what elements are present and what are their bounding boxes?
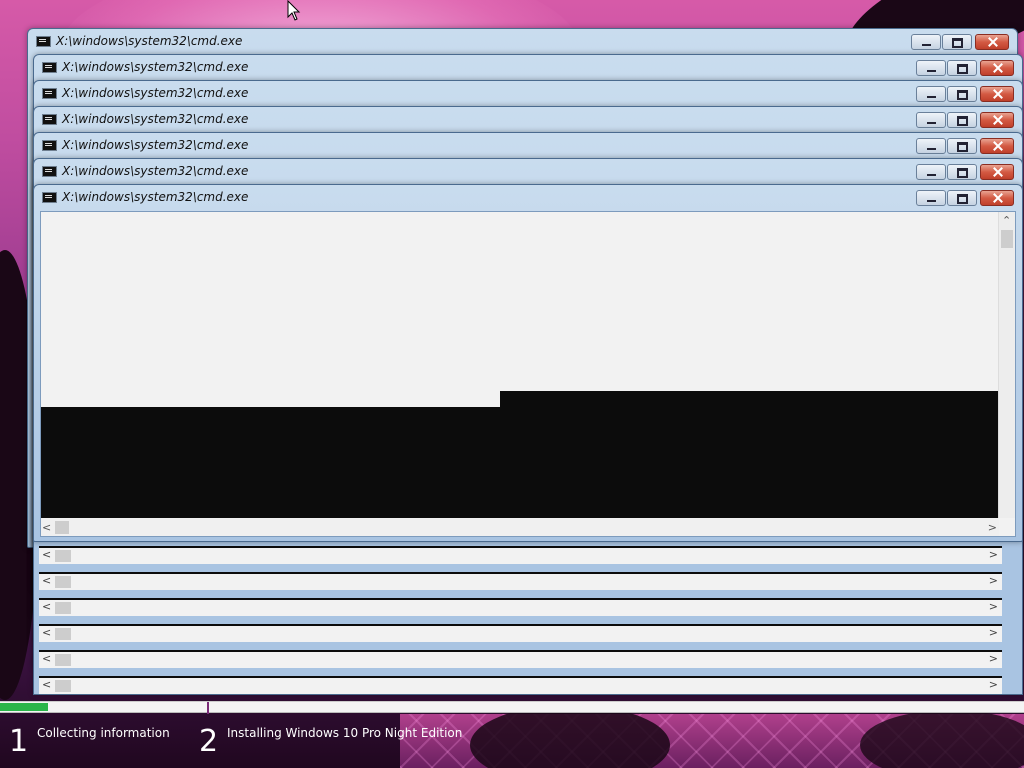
minimize-button[interactable] xyxy=(916,138,946,154)
title-bar[interactable]: X:\windows\system32\cmd.exe xyxy=(34,185,1022,211)
window-title: X:\windows\system32\cmd.exe xyxy=(62,112,249,126)
scroll-left-icon[interactable]: < xyxy=(42,626,51,640)
close-button[interactable] xyxy=(980,190,1014,206)
vertical-scrollbar[interactable]: ⌃ xyxy=(998,212,1015,518)
cmd-window-active[interactable]: X:\windows\system32\cmd.exe ⌃ < > xyxy=(33,184,1023,542)
step-label: Collecting information xyxy=(37,726,170,740)
minimize-button[interactable] xyxy=(916,190,946,206)
close-button[interactable] xyxy=(980,138,1014,154)
maximize-button[interactable] xyxy=(947,86,977,102)
cmd-icon xyxy=(42,140,57,151)
progress-step-marker xyxy=(207,702,209,714)
scroll-thumb[interactable] xyxy=(55,680,71,692)
title-bar[interactable]: X:\windows\system32\cmd.exe xyxy=(34,107,1022,133)
close-button[interactable] xyxy=(980,164,1014,180)
close-button[interactable] xyxy=(975,34,1009,50)
console-output xyxy=(41,407,501,518)
scroll-thumb[interactable] xyxy=(55,602,71,614)
window-bottom-edge: < > xyxy=(33,671,1023,695)
scroll-left-icon[interactable]: < xyxy=(42,548,51,562)
horizontal-scrollbar[interactable]: < > xyxy=(39,598,1002,616)
progress-fill xyxy=(0,703,49,711)
cmd-icon xyxy=(36,36,51,47)
scroll-right-icon[interactable]: > xyxy=(989,626,998,640)
scroll-thumb[interactable] xyxy=(1001,230,1013,248)
horizontal-scrollbar[interactable]: < > xyxy=(39,676,1002,694)
title-bar[interactable]: X:\windows\system32\cmd.exe xyxy=(28,29,1017,55)
step-label: Installing Windows 10 Pro Night Edition xyxy=(227,726,463,740)
scroll-right-icon[interactable]: > xyxy=(988,519,997,536)
scroll-thumb[interactable] xyxy=(55,521,69,534)
maximize-button[interactable] xyxy=(947,60,977,76)
scroll-left-icon[interactable]: < xyxy=(42,600,51,614)
scroll-right-icon[interactable]: > xyxy=(989,600,998,614)
cmd-icon xyxy=(42,192,57,203)
title-bar[interactable]: X:\windows\system32\cmd.exe xyxy=(34,159,1022,185)
scroll-left-icon[interactable]: < xyxy=(42,652,51,666)
console-output xyxy=(500,391,999,518)
scroll-left-icon[interactable]: < xyxy=(42,678,51,692)
title-bar[interactable]: X:\windows\system32\cmd.exe xyxy=(34,55,1022,81)
cmd-icon xyxy=(42,166,57,177)
scroll-right-icon[interactable]: > xyxy=(989,678,998,692)
window-title: X:\windows\system32\cmd.exe xyxy=(62,138,249,152)
window-title: X:\windows\system32\cmd.exe xyxy=(56,34,243,48)
horizontal-scrollbar[interactable]: < > xyxy=(39,546,1002,564)
minimize-button[interactable] xyxy=(916,86,946,102)
title-bar[interactable]: X:\windows\system32\cmd.exe xyxy=(34,133,1022,159)
maximize-button[interactable] xyxy=(947,138,977,154)
scroll-right-icon[interactable]: > xyxy=(989,574,998,588)
minimize-button[interactable] xyxy=(916,164,946,180)
scroll-left-icon[interactable]: < xyxy=(42,574,51,588)
setup-progress-bar xyxy=(0,701,1024,714)
maximize-button[interactable] xyxy=(942,34,972,50)
minimize-button[interactable] xyxy=(916,112,946,128)
mouse-pointer-icon xyxy=(287,0,301,21)
cmd-icon xyxy=(42,88,57,99)
scroll-right-icon[interactable]: > xyxy=(989,548,998,562)
scroll-right-icon[interactable]: > xyxy=(989,652,998,666)
scroll-thumb[interactable] xyxy=(55,576,71,588)
window-title: X:\windows\system32\cmd.exe xyxy=(62,164,249,178)
window-bottom-edge: < > xyxy=(33,619,1023,645)
scroll-thumb[interactable] xyxy=(55,628,71,640)
console-area[interactable]: ⌃ < > xyxy=(40,211,1016,537)
horizontal-scrollbar[interactable]: < > xyxy=(41,519,999,536)
window-bottom-edge: < > xyxy=(33,541,1023,567)
minimize-button[interactable] xyxy=(916,60,946,76)
scroll-thumb[interactable] xyxy=(55,550,71,562)
maximize-button[interactable] xyxy=(947,164,977,180)
window-bottom-edge: < > xyxy=(33,567,1023,593)
close-button[interactable] xyxy=(980,86,1014,102)
close-button[interactable] xyxy=(980,112,1014,128)
maximize-button[interactable] xyxy=(947,112,977,128)
scroll-up-icon[interactable]: ⌃ xyxy=(1002,212,1011,229)
horizontal-scrollbar[interactable]: < > xyxy=(39,572,1002,590)
title-bar[interactable]: X:\windows\system32\cmd.exe xyxy=(34,81,1022,107)
close-button[interactable] xyxy=(980,60,1014,76)
window-bottom-edge: < > xyxy=(33,645,1023,671)
cmd-icon xyxy=(42,62,57,73)
step-number: 2 xyxy=(199,724,219,759)
minimize-button[interactable] xyxy=(911,34,941,50)
horizontal-scrollbar[interactable]: < > xyxy=(39,650,1002,668)
window-title: X:\windows\system32\cmd.exe xyxy=(62,190,249,204)
scroll-thumb[interactable] xyxy=(55,654,71,666)
cmd-icon xyxy=(42,114,57,125)
window-bottom-edge: < > xyxy=(33,593,1023,619)
step-number: 1 xyxy=(9,724,29,759)
window-title: X:\windows\system32\cmd.exe xyxy=(62,60,249,74)
maximize-button[interactable] xyxy=(947,190,977,206)
window-title: X:\windows\system32\cmd.exe xyxy=(62,86,249,100)
horizontal-scrollbar[interactable]: < > xyxy=(39,624,1002,642)
scroll-left-icon[interactable]: < xyxy=(42,519,51,536)
